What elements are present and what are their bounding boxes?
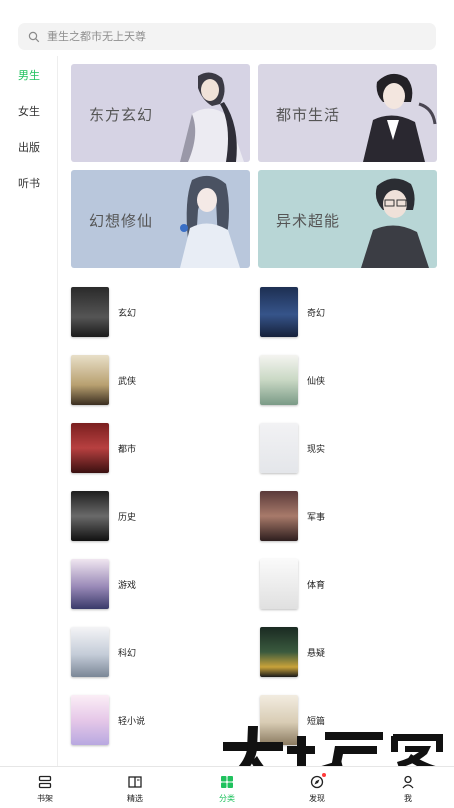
category-kehuan[interactable]: 科幻 — [71, 627, 231, 677]
banner-label: 都市生活 — [276, 106, 341, 124]
category-name: 玄幻 — [118, 309, 137, 319]
book-cover — [71, 423, 109, 473]
tab-me[interactable]: 我 — [378, 767, 438, 808]
banner-art — [180, 72, 244, 162]
sidebar-item-male[interactable]: 男生 — [18, 67, 40, 83]
search-input[interactable] — [47, 30, 407, 43]
category-name: 体育 — [307, 581, 326, 591]
book-open-icon — [128, 776, 142, 788]
book-cover — [71, 287, 109, 337]
book-cover — [71, 355, 109, 405]
tab-bookshelf[interactable]: 书架 — [15, 767, 75, 808]
search-bar[interactable] — [18, 23, 436, 50]
discover-icon — [310, 775, 324, 789]
category-name: 历史 — [118, 513, 137, 523]
banner-label: 异术超能 — [276, 212, 341, 230]
banner-urban-life[interactable]: 都市生活 — [258, 64, 437, 162]
category-lishi[interactable]: 历史 — [71, 491, 231, 541]
category-xianshi[interactable]: 现实 — [260, 423, 420, 473]
book-cover — [71, 491, 109, 541]
category-icon — [221, 776, 233, 788]
sidebar-item-publish[interactable]: 出版 — [18, 139, 40, 155]
banner-fantasy-cultivation[interactable]: 幻想修仙 — [71, 170, 250, 268]
book-cover — [71, 559, 109, 609]
category-xuanyi[interactable]: 悬疑 — [260, 627, 420, 677]
banner-label: 幻想修仙 — [89, 212, 154, 230]
tab-discover[interactable]: 发现 — [287, 767, 347, 808]
banner-art — [180, 175, 240, 268]
category-qihuan[interactable]: 奇幻 — [260, 287, 420, 337]
tab-label: 精选 — [127, 794, 143, 803]
bottom-tab-bar: 书架 精选 分类 发现 我 — [0, 766, 454, 808]
category-qingxiaoshuo[interactable]: 轻小说 — [71, 695, 231, 745]
book-cover — [260, 627, 298, 677]
book-cover — [260, 355, 298, 405]
category-name: 仙侠 — [307, 377, 326, 387]
category-name: 游戏 — [118, 581, 137, 591]
book-cover — [260, 491, 298, 541]
sidebar: 男生 女生 出版 听书 — [0, 56, 58, 766]
banner-label: 东方玄幻 — [89, 106, 154, 124]
book-cover — [71, 627, 109, 677]
category-wuxia[interactable]: 武侠 — [71, 355, 231, 405]
book-cover — [71, 695, 109, 745]
category-name: 武侠 — [118, 377, 137, 387]
banner-art — [363, 73, 437, 162]
bookshelf-icon — [38, 775, 52, 789]
banner-art — [361, 178, 429, 268]
category-tiyu[interactable]: 体育 — [260, 559, 420, 609]
category-xuanhuan[interactable]: 玄幻 — [71, 287, 231, 337]
category-name: 悬疑 — [307, 649, 326, 659]
user-icon — [402, 775, 414, 789]
banner-eastern-fantasy[interactable]: 东方玄幻 — [71, 64, 250, 162]
tab-label: 书架 — [37, 794, 53, 803]
notification-badge — [322, 773, 326, 777]
category-name: 轻小说 — [118, 717, 146, 727]
book-cover — [260, 423, 298, 473]
category-name: 都市 — [118, 445, 137, 455]
tab-label: 发现 — [309, 794, 325, 803]
sidebar-item-audiobook[interactable]: 听书 — [18, 175, 40, 191]
category-name: 现实 — [307, 445, 326, 455]
sidebar-item-female[interactable]: 女生 — [18, 103, 40, 119]
tab-label: 分类 — [219, 794, 235, 803]
category-xianxia[interactable]: 仙侠 — [260, 355, 420, 405]
category-name: 军事 — [307, 513, 326, 523]
category-name: 科幻 — [118, 649, 137, 659]
banner-supernatural[interactable]: 异术超能 — [258, 170, 437, 268]
search-icon — [28, 31, 40, 42]
category-dushi[interactable]: 都市 — [71, 423, 231, 473]
tab-featured[interactable]: 精选 — [105, 767, 165, 808]
category-youxi[interactable]: 游戏 — [71, 559, 231, 609]
category-name: 奇幻 — [307, 309, 326, 319]
tab-label: 我 — [404, 794, 412, 803]
book-cover — [260, 287, 298, 337]
book-cover — [260, 559, 298, 609]
tab-category[interactable]: 分类 — [197, 767, 257, 808]
category-junshi[interactable]: 军事 — [260, 491, 420, 541]
